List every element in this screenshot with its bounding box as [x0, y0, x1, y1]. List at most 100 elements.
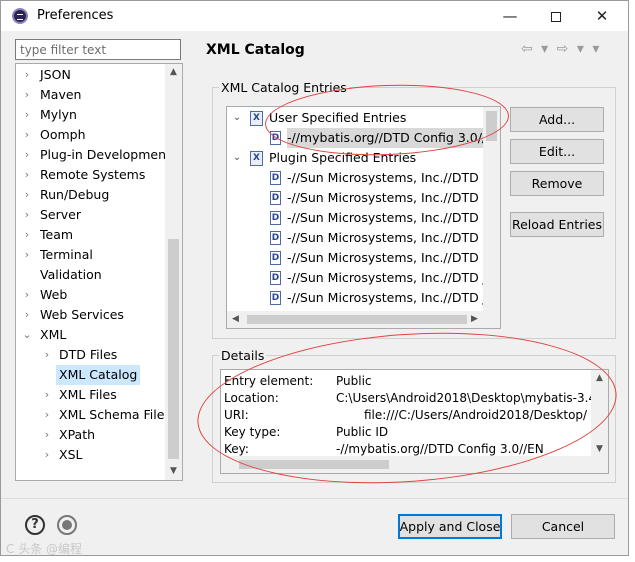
- entries-horizontal-scrollbar[interactable]: ◀ ▶: [227, 311, 500, 328]
- scrollbar-thumb[interactable]: [168, 239, 179, 459]
- scroll-up-icon[interactable]: ▲: [591, 370, 608, 387]
- details-panel: Entry element: Public Location: C:\Users…: [220, 369, 609, 474]
- scrollbar-thumb[interactable]: [486, 111, 497, 141]
- tree-item-label: DTD Files: [59, 347, 118, 362]
- footer-divider: [1, 498, 628, 499]
- detail-value: Public ID: [336, 425, 389, 439]
- tree-item-label: Remote Systems: [40, 167, 146, 182]
- tree-item-label: Server: [40, 207, 81, 222]
- tree-item-label: User Specified Entries: [269, 110, 407, 125]
- tree-item-label: Mylyn: [40, 107, 77, 122]
- preferences-dialog: Preferences — ✕ › JSON › Maven › Mylyn ›…: [0, 0, 629, 556]
- detail-label: URI:: [224, 408, 249, 422]
- details-label: Details: [219, 348, 267, 363]
- tree-item-label: -//Sun Microsystems, Inc.//DTD Fa: [287, 250, 497, 265]
- detail-label: Entry element:: [224, 374, 314, 388]
- chevron-right-icon[interactable]: ›: [22, 105, 32, 125]
- navigation-arrows-icon[interactable]: ⇦ ▾ ⇨ ▾ ▾: [521, 41, 601, 57]
- tree-item-label: JSON: [40, 67, 71, 82]
- detail-value: Public: [336, 374, 372, 388]
- chevron-right-icon[interactable]: ›: [42, 385, 52, 405]
- chevron-right-icon[interactable]: ›: [22, 165, 32, 185]
- catalog-entries-label: XML Catalog Entries: [219, 80, 349, 95]
- tree-item-label: Maven: [40, 87, 82, 102]
- filter-input[interactable]: [15, 39, 181, 60]
- chevron-right-icon[interactable]: ›: [42, 405, 52, 425]
- dtd-file-icon: D: [270, 231, 281, 245]
- chevron-right-icon[interactable]: ›: [22, 185, 32, 205]
- help-icon[interactable]: ?: [25, 515, 45, 535]
- add-button[interactable]: Add...: [510, 107, 604, 132]
- tree-item-label: Plug-in Development: [40, 147, 171, 162]
- scroll-right-icon[interactable]: ▶: [466, 311, 483, 328]
- chevron-right-icon[interactable]: ›: [22, 305, 32, 325]
- dtd-file-icon: D: [270, 271, 281, 285]
- cancel-button[interactable]: Cancel: [511, 514, 615, 539]
- tree-item-label: XML: [40, 327, 67, 342]
- tree-item-label: Oomph: [40, 127, 86, 142]
- catalog-entries-tree: ⌄ X User Specified Entries D -//mybatis.…: [226, 106, 501, 329]
- tree-item-label: XML Files: [59, 387, 117, 402]
- tree-item-label: Web: [40, 287, 68, 302]
- chevron-down-icon[interactable]: ⌄: [22, 325, 32, 345]
- chevron-right-icon[interactable]: ›: [22, 65, 32, 85]
- tree-item-label: Team: [40, 227, 74, 242]
- tree-item-label: XPath: [59, 427, 96, 442]
- tree-item-label: -//Sun Microsystems, Inc.//DTD J2: [287, 290, 495, 305]
- reload-entries-button[interactable]: Reload Entries: [510, 212, 604, 237]
- preferences-tree: › JSON › Maven › Mylyn › Oomph › Plug-in…: [15, 63, 183, 481]
- scroll-up-icon[interactable]: ▲: [165, 64, 182, 81]
- scroll-left-icon[interactable]: ◀: [227, 311, 244, 328]
- scrollbar-thumb[interactable]: [247, 315, 467, 324]
- record-icon[interactable]: [57, 515, 77, 535]
- edit-button[interactable]: Edit...: [510, 139, 604, 164]
- details-vertical-scrollbar[interactable]: ▲ ▼: [591, 370, 608, 458]
- tree-item-label: -//Sun Microsystems, Inc.//DTD E: [287, 190, 491, 205]
- tree-item-label: -//Sun Microsystems, Inc.//DTD J2: [287, 270, 495, 285]
- scrollbar-thumb[interactable]: [239, 460, 389, 469]
- chevron-right-icon[interactable]: ›: [22, 125, 32, 145]
- chevron-right-icon[interactable]: ›: [22, 245, 32, 265]
- dtd-file-icon: D: [270, 211, 281, 225]
- page-title: XML Catalog: [206, 42, 305, 58]
- tree-item-label: Terminal: [40, 247, 93, 262]
- detail-label: Key type:: [224, 425, 281, 439]
- tree-item-label: -//Sun Microsystems, Inc.//DTD C: [287, 170, 492, 185]
- chevron-right-icon[interactable]: ›: [42, 345, 52, 365]
- remove-button[interactable]: Remove: [510, 171, 604, 196]
- tree-item-label: -//mybatis.org//DTD Config 3.0//I: [287, 128, 490, 148]
- chevron-down-icon[interactable]: ⌄: [231, 108, 243, 128]
- apply-and-close-button[interactable]: Apply and Close: [398, 514, 502, 539]
- xml-catalog-icon: X: [250, 151, 263, 166]
- chevron-down-icon[interactable]: ⌄: [231, 148, 243, 168]
- chevron-right-icon[interactable]: ›: [42, 445, 52, 465]
- tree-item-label: -//Sun Microsystems, Inc.//DTD E: [287, 210, 491, 225]
- tree-vertical-scrollbar[interactable]: ▲ ▼: [165, 64, 182, 480]
- title-bar: Preferences — ✕: [1, 1, 628, 31]
- details-horizontal-scrollbar[interactable]: [221, 456, 608, 473]
- dtd-file-icon: D: [270, 131, 281, 145]
- dtd-file-icon: D: [270, 171, 281, 185]
- chevron-right-icon[interactable]: ›: [22, 145, 32, 165]
- dtd-file-icon: D: [270, 291, 281, 305]
- tree-item-label: Web Services: [40, 307, 124, 322]
- window-title: Preferences: [37, 8, 114, 23]
- chevron-right-icon[interactable]: ›: [22, 85, 32, 105]
- maximize-icon: [551, 11, 561, 22]
- maximize-button[interactable]: [533, 1, 579, 31]
- chevron-right-icon[interactable]: ›: [42, 425, 52, 445]
- tree-item-label: XML Schema Files: [59, 407, 171, 422]
- tree-item-label: Validation: [40, 267, 102, 282]
- minimize-button[interactable]: —: [487, 1, 533, 31]
- chevron-right-icon[interactable]: ›: [22, 205, 32, 225]
- detail-value: C:\Users\Android2018\Desktop\mybatis-3.4: [336, 391, 597, 405]
- chevron-right-icon[interactable]: ›: [22, 285, 32, 305]
- close-button[interactable]: ✕: [579, 1, 625, 31]
- scroll-down-icon[interactable]: ▼: [165, 463, 182, 480]
- entries-vertical-scrollbar[interactable]: [483, 107, 500, 313]
- eclipse-app-icon: [12, 8, 28, 24]
- dtd-file-icon: D: [270, 251, 281, 265]
- tree-item-label: -//Sun Microsystems, Inc.//DTD Fa: [287, 230, 497, 245]
- chevron-right-icon[interactable]: ›: [22, 225, 32, 245]
- watermark: C 头条 @编程: [6, 542, 83, 556]
